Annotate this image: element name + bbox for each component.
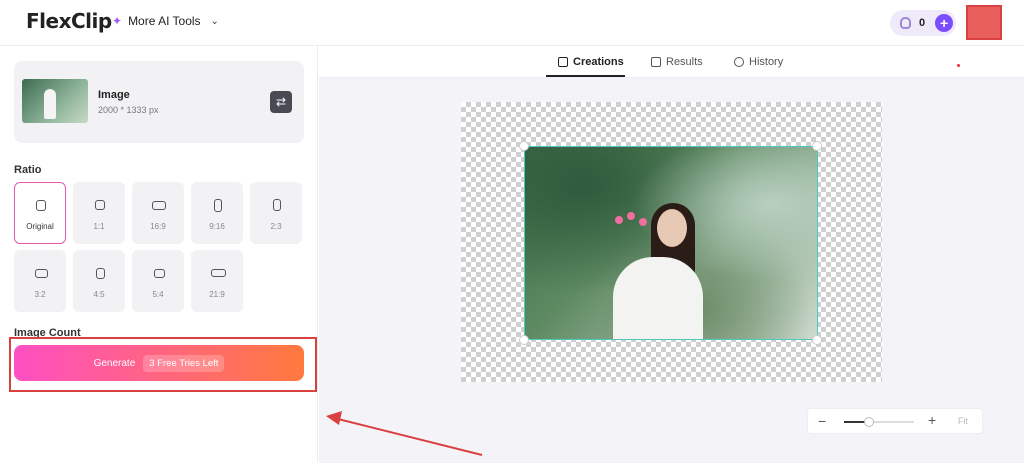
- tabs-bar: Creations Results History: [319, 46, 1024, 78]
- credits-badge[interactable]: 0 +: [890, 10, 956, 36]
- ratio-option[interactable]: 3:2: [14, 250, 66, 312]
- zoom-slider-knob[interactable]: [863, 417, 874, 427]
- image-title: Image: [98, 89, 130, 101]
- ratio-option[interactable]: 2:3: [250, 182, 302, 244]
- ratio-option-label: 5:4: [152, 290, 164, 299]
- annotation-arrow: [326, 411, 483, 456]
- active-tab-indicator: [546, 75, 625, 77]
- aspect-ratio-icon: [36, 199, 46, 211]
- aspect-ratio-icon: [214, 198, 222, 212]
- more-ai-tools-label: More AI Tools: [128, 14, 201, 28]
- zoom-in-button[interactable]: +: [928, 412, 936, 428]
- aspect-ratio-icon: [95, 267, 105, 279]
- uploaded-image-card: Image 2000 * 1333 px ⇄: [14, 61, 304, 143]
- ratio-option-label: 1:1: [93, 222, 105, 231]
- ratio-option-label: 21:9: [209, 290, 225, 299]
- tab-results[interactable]: Results: [651, 56, 703, 68]
- zoom-slider[interactable]: [844, 417, 914, 427]
- aspect-ratio-icon: [95, 200, 105, 210]
- ratio-option-label: 2:3: [270, 222, 282, 231]
- ratio-option-label: Original: [26, 222, 54, 231]
- replace-image-button[interactable]: ⇄: [270, 91, 292, 113]
- ratio-option-label: 4:5: [93, 290, 105, 299]
- left-panel: Image 2000 * 1333 px ⇄ Ratio Original 1:1…: [0, 46, 318, 463]
- ratio-option[interactable]: 9:16: [191, 182, 243, 244]
- ratio-option-label: 16:9: [150, 222, 166, 231]
- ratio-option[interactable]: 16:9: [132, 182, 184, 244]
- results-icon: [651, 57, 661, 67]
- ratio-option[interactable]: 21:9: [191, 250, 243, 312]
- add-credits-button[interactable]: +: [935, 14, 954, 32]
- free-tries-badge: 3 Free Tries Left: [143, 354, 225, 372]
- history-icon: [734, 57, 744, 67]
- top-header: FlexClip ✦ More AI Tools ⌄ 0 +: [0, 0, 1024, 46]
- tab-creations-label: Creations: [573, 56, 624, 68]
- tab-history-label: History: [749, 56, 784, 68]
- credit-coin-icon: [900, 17, 911, 29]
- resize-handle-top-left[interactable]: [519, 141, 529, 151]
- more-ai-tools-menu[interactable]: ✦ More AI Tools ⌄: [112, 14, 219, 28]
- zoom-out-button[interactable]: −: [818, 413, 826, 429]
- resize-handle-top-right[interactable]: [812, 141, 822, 151]
- flexclip-logo[interactable]: FlexClip: [26, 9, 112, 33]
- ratio-option[interactable]: 1:1: [73, 182, 125, 244]
- ratio-option[interactable]: 5:4: [132, 250, 184, 312]
- chevron-down-icon: ⌄: [210, 15, 219, 27]
- tab-history[interactable]: History: [734, 56, 783, 68]
- ratio-label: Ratio: [14, 164, 42, 176]
- user-avatar[interactable]: [966, 5, 1002, 40]
- tab-creations[interactable]: Creations: [558, 56, 624, 68]
- image-thumbnail: [22, 79, 88, 123]
- aspect-ratio-icon: [153, 268, 165, 278]
- aspect-ratio-icon: [152, 200, 166, 210]
- notification-dot: [957, 64, 960, 67]
- image-dimensions: 2000 * 1333 px: [98, 105, 159, 115]
- ratio-option[interactable]: Original: [14, 182, 66, 244]
- generate-label: Generate: [93, 357, 136, 369]
- ratio-option[interactable]: 4:5: [73, 250, 125, 312]
- aspect-ratio-icon: [210, 269, 226, 277]
- zoom-controls: − + Fit: [807, 408, 983, 434]
- ratio-option-label: 3:2: [34, 290, 46, 299]
- resize-handle-bottom-left[interactable]: [519, 335, 529, 345]
- zoom-fit-button[interactable]: Fit: [958, 416, 968, 426]
- preview-photo[interactable]: [524, 146, 818, 340]
- sparkle-icon: ✦: [112, 14, 123, 28]
- aspect-ratio-icon: [34, 268, 48, 278]
- image-icon: [558, 57, 568, 67]
- aspect-ratio-icon: [273, 199, 281, 211]
- app-root: FlexClip ✦ More AI Tools ⌄ 0 + Image 200…: [0, 0, 1024, 463]
- generate-button[interactable]: Generate 3 Free Tries Left: [14, 345, 304, 381]
- credits-count: 0: [919, 17, 926, 29]
- ratio-option-label: 9:16: [209, 222, 225, 231]
- tab-results-label: Results: [666, 56, 703, 68]
- resize-handle-bottom-right[interactable]: [812, 335, 822, 345]
